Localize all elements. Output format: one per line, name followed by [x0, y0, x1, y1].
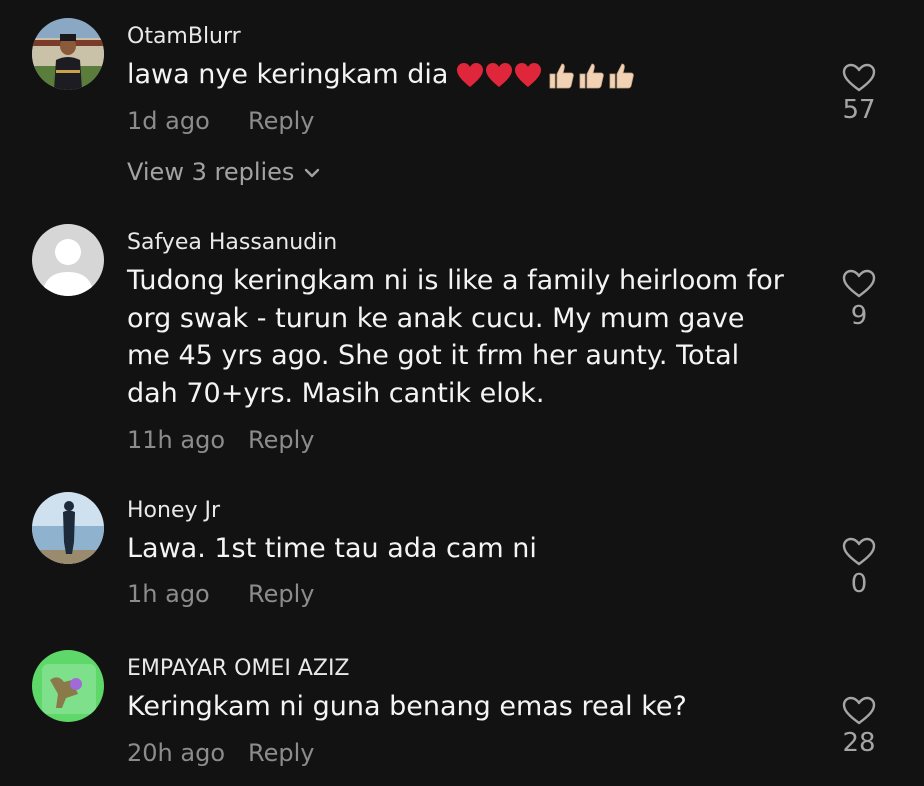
avatar-photo — [32, 492, 104, 564]
comment-username[interactable]: OtamBlurr — [127, 24, 241, 49]
avatar[interactable] — [32, 18, 104, 90]
view-replies-label: View 3 replies — [127, 158, 295, 186]
comment-meta: 1d ago Reply — [127, 107, 314, 135]
comment-text-content: lawa nye keringkam dia — [127, 59, 449, 90]
comment-text: Tudong keringkam ni is like a family hei… — [127, 265, 784, 409]
chevron-down-icon — [305, 168, 320, 178]
comment-username[interactable]: EMPAYAR OMEI AZIZ — [127, 656, 350, 681]
default-avatar-icon — [32, 224, 104, 296]
comment-username[interactable]: Honey Jr — [127, 498, 220, 523]
heart-outline-icon[interactable] — [842, 269, 876, 299]
avatar[interactable] — [32, 492, 104, 564]
heart-outline-icon[interactable] — [842, 537, 876, 567]
comment-timestamp: 20h ago — [127, 739, 226, 767]
comment-username[interactable]: Safyea Hassanudin — [127, 230, 337, 255]
avatar-photo — [32, 650, 104, 722]
comment-meta: 11h ago Reply — [127, 426, 314, 454]
comment-timestamp: 1d ago — [127, 107, 210, 135]
view-replies-button[interactable]: View 3 replies — [127, 158, 320, 186]
comment-list: OtamBlurr lawa nye keringkam dia 1d ago — [0, 0, 924, 786]
reply-button[interactable]: Reply — [248, 107, 314, 135]
comment-timestamp: 11h ago — [127, 426, 226, 454]
comment-text: lawa nye keringkam dia — [127, 56, 827, 94]
reply-button[interactable]: Reply — [248, 580, 314, 608]
avatar[interactable] — [32, 224, 104, 296]
like-count: 0 — [850, 569, 868, 599]
reply-button[interactable]: Reply — [248, 739, 314, 767]
comment-text: Keringkam ni guna benang emas real ke? — [127, 691, 687, 722]
reply-button[interactable]: Reply — [248, 426, 314, 454]
like-area: 28 — [826, 696, 892, 758]
like-count: 28 — [842, 728, 876, 758]
comment-text: Lawa. 1st time tau ada cam ni — [127, 533, 537, 564]
comment-meta: 1h ago Reply — [127, 580, 314, 608]
like-area: 57 — [826, 63, 892, 125]
comment-meta: 20h ago Reply — [127, 739, 314, 767]
heart-outline-icon[interactable] — [842, 696, 876, 726]
heart-thumbsup-emoji-icon — [457, 62, 635, 88]
heart-outline-icon[interactable] — [842, 63, 876, 93]
like-count: 57 — [842, 95, 876, 125]
like-count: 9 — [850, 301, 868, 331]
emoji-reactions — [456, 61, 636, 91]
avatar-photo — [32, 18, 104, 90]
comment-timestamp: 1h ago — [127, 580, 210, 608]
avatar[interactable] — [32, 650, 104, 722]
like-area: 0 — [826, 537, 892, 599]
like-area: 9 — [826, 269, 892, 331]
